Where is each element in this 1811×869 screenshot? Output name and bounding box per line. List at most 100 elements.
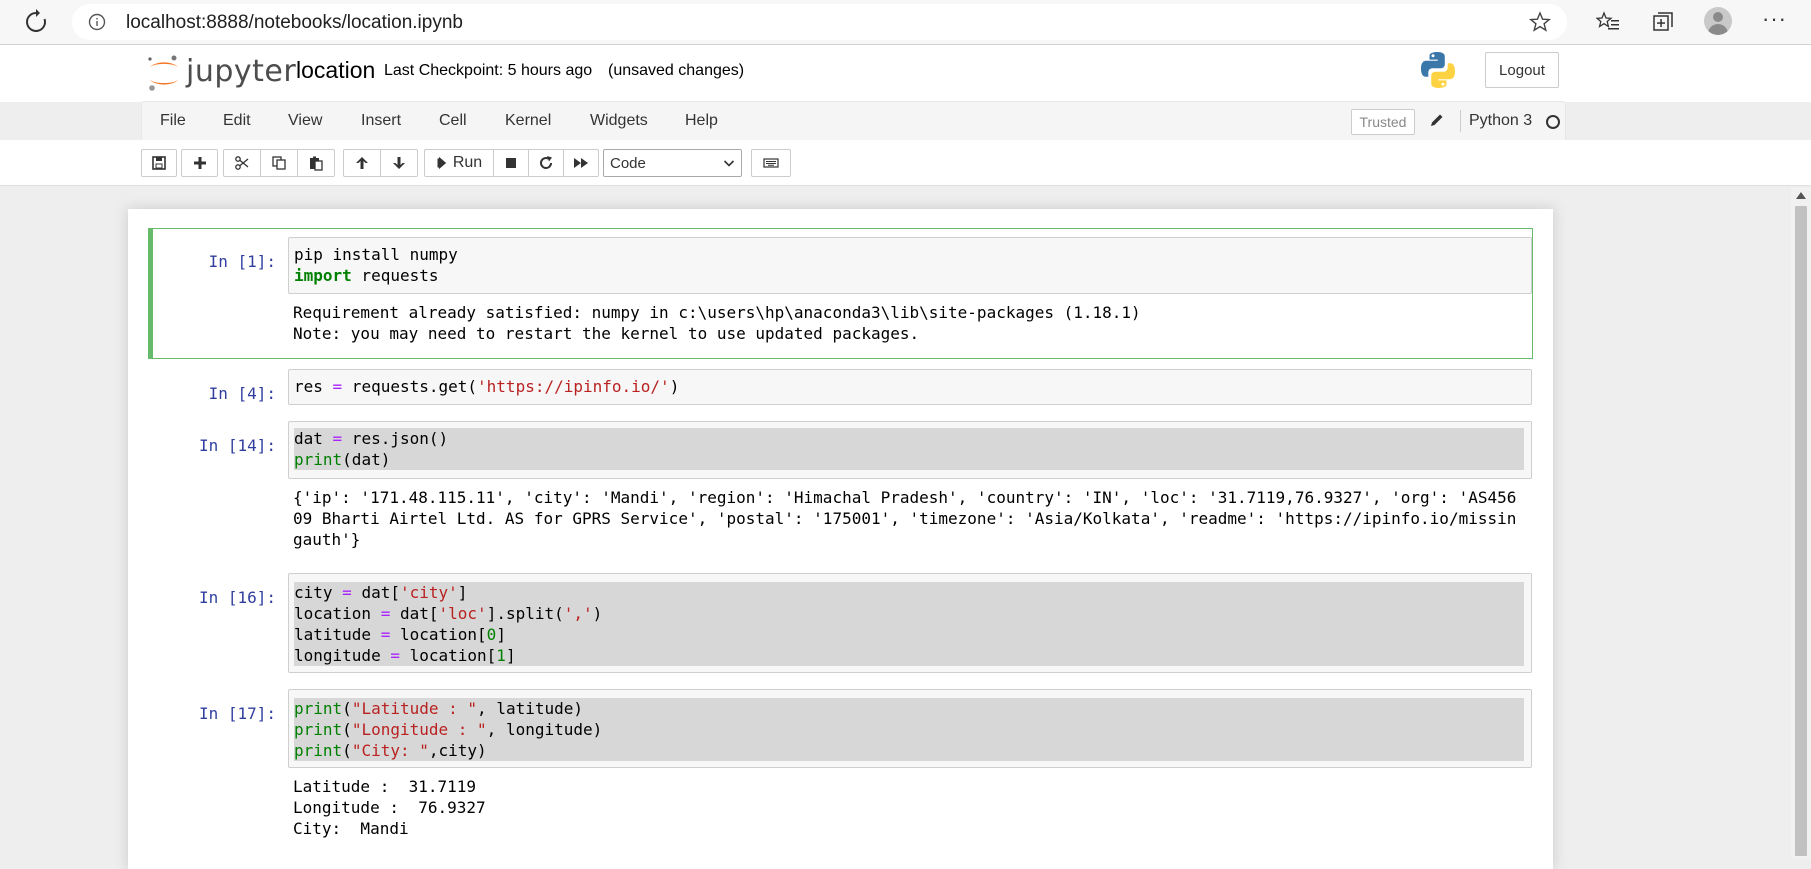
restart-run-all-button[interactable] <box>563 149 599 177</box>
cell-code[interactable]: print("Latitude : ", latitude) print("Lon… <box>294 698 1524 761</box>
trusted-indicator[interactable]: Trusted <box>1351 109 1415 135</box>
menu-view[interactable]: View <box>288 112 322 130</box>
reload-icon[interactable] <box>22 8 50 36</box>
cell-prompt: In [4]: <box>208 384 276 403</box>
collections-icon[interactable] <box>1651 10 1675 34</box>
code-token: "City: " <box>351 741 429 760</box>
code-token: dat[ <box>351 583 400 602</box>
move-down-button[interactable] <box>380 149 418 177</box>
code-token: location[ <box>390 625 487 644</box>
code-token: print <box>294 741 343 760</box>
code-token: = <box>332 377 343 396</box>
restart-icon <box>540 156 553 169</box>
code-line[interactable]: latitude = location[0] <box>294 624 1524 645</box>
code-token: print <box>294 699 343 718</box>
favorites-list-icon[interactable] <box>1596 10 1620 34</box>
code-cell-4[interactable]: In [16]: city = dat['city'] location = da… <box>148 571 1533 681</box>
profile-avatar[interactable] <box>1704 7 1732 35</box>
code-token: 'city' <box>399 583 458 602</box>
code-cell-3[interactable]: In [14]: dat = res.json() print(dat) {'ip… <box>148 419 1533 559</box>
logout-button[interactable]: Logout <box>1485 52 1559 88</box>
menu-file[interactable]: File <box>160 112 186 130</box>
paste-button[interactable] <box>297 149 335 177</box>
menu-help[interactable]: Help <box>685 112 718 130</box>
code-token: latitude <box>294 625 381 644</box>
vertical-scrollbar[interactable] <box>1791 188 1811 858</box>
code-token: ( <box>342 720 352 739</box>
output-line: City: Mandi <box>293 819 409 838</box>
code-token: requests.get( <box>342 377 478 396</box>
stop-icon <box>506 158 516 168</box>
code-line[interactable]: import requests <box>294 265 458 286</box>
code-token: "Latitude : " <box>351 699 478 718</box>
favorite-star-icon[interactable] <box>1529 11 1551 33</box>
cell-input[interactable]: dat = res.json() print(dat) <box>288 421 1532 479</box>
code-token: location[ <box>399 646 497 665</box>
code-token: , longitude) <box>486 720 603 739</box>
arrow-up-icon <box>356 157 368 169</box>
code-cell-5[interactable]: In [17]: print("Latitude : ", latitude) p… <box>148 687 1533 867</box>
interrupt-button[interactable] <box>493 149 529 177</box>
kernel-divider <box>1460 110 1461 132</box>
cell-input[interactable]: print("Latitude : ", latitude) print("Lon… <box>288 689 1532 768</box>
scissors-icon <box>235 156 249 170</box>
code-line[interactable]: longitude = location[1] <box>294 645 1524 666</box>
info-icon[interactable] <box>88 13 106 31</box>
jupyter-logo-icon[interactable] <box>144 53 184 93</box>
cell-code[interactable]: res = requests.get('https://ipinfo.io/') <box>294 376 679 397</box>
notebook-container: In [1]: pip install numpy import requests… <box>128 209 1553 869</box>
code-token: dat[ <box>390 604 439 623</box>
cell-input[interactable]: res = requests.get('https://ipinfo.io/') <box>288 369 1532 405</box>
cell-type-select[interactable]: Code <box>603 149 742 177</box>
cell-code[interactable]: pip install numpy import requests <box>294 244 458 286</box>
notebook-name[interactable]: location <box>296 57 375 84</box>
more-options-icon[interactable]: ··· <box>1762 6 1787 32</box>
copy-icon <box>272 156 286 170</box>
code-line[interactable]: city = dat['city'] <box>294 582 1524 603</box>
menu-insert[interactable]: Insert <box>361 112 401 130</box>
chevron-down-icon <box>723 160 735 167</box>
address-bar[interactable]: localhost:8888/notebooks/location.ipynb <box>72 4 1567 40</box>
run-button[interactable]: Run <box>424 149 494 177</box>
code-line[interactable]: res = requests.get('https://ipinfo.io/') <box>294 376 679 397</box>
cell-code[interactable]: city = dat['city'] location = dat['loc'].… <box>294 582 1524 666</box>
menubar: File Edit View Insert Cell Kernel Widget… <box>141 101 1566 142</box>
cell-input[interactable]: pip install numpy import requests <box>288 237 1532 294</box>
menu-kernel[interactable]: Kernel <box>505 112 551 130</box>
url-text[interactable]: localhost:8888/notebooks/location.ipynb <box>126 12 463 34</box>
scroll-up-arrow-icon[interactable] <box>1796 192 1806 199</box>
pencil-icon[interactable] <box>1429 112 1445 128</box>
move-up-button[interactable] <box>343 149 381 177</box>
command-palette-button[interactable] <box>751 149 791 177</box>
code-line[interactable]: print(dat) <box>294 449 1524 470</box>
cell-input[interactable]: city = dat['city'] location = dat['loc'].… <box>288 573 1532 673</box>
code-cell-2[interactable]: In [4]: res = requests.get('https://ipin… <box>148 367 1533 417</box>
code-cell-1[interactable]: In [1]: pip install numpy import requests… <box>148 228 1533 359</box>
copy-button[interactable] <box>260 149 298 177</box>
code-line[interactable]: print("City: ",city) <box>294 740 1524 761</box>
cell-prompt: In [1]: <box>208 252 276 271</box>
insert-cell-button[interactable] <box>181 149 218 177</box>
code-line[interactable]: dat = res.json() <box>294 428 1524 449</box>
cut-button[interactable] <box>223 149 261 177</box>
cell-code[interactable]: dat = res.json() print(dat) <box>294 428 1524 470</box>
menu-cell[interactable]: Cell <box>439 112 467 130</box>
code-token: = <box>380 604 391 623</box>
scrollbar-thumb[interactable] <box>1795 206 1807 856</box>
code-line[interactable]: location = dat['loc'].split(',') <box>294 603 1524 624</box>
code-token: ] <box>505 646 516 665</box>
menu-edit[interactable]: Edit <box>223 112 251 130</box>
code-line[interactable]: pip install numpy <box>294 244 458 265</box>
code-line[interactable]: print("Longitude : ", longitude) <box>294 719 1524 740</box>
restart-kernel-button[interactable] <box>528 149 564 177</box>
save-button[interactable] <box>141 149 177 177</box>
cell-output: Requirement already satisfied: numpy in … <box>293 302 1141 344</box>
kernel-name[interactable]: Python 3 <box>1469 112 1532 130</box>
jupyter-wordmark[interactable]: jupyter <box>186 54 296 89</box>
menu-widgets[interactable]: Widgets <box>590 112 648 130</box>
cell-output: Latitude : 31.7119 Longitude : 76.9327 Cit… <box>293 776 486 839</box>
output-line: Latitude : 31.7119 <box>293 777 477 796</box>
output-line: Longitude : 76.9327 <box>293 798 486 817</box>
code-line[interactable]: print("Latitude : ", latitude) <box>294 698 1524 719</box>
code-token: city <box>294 583 343 602</box>
